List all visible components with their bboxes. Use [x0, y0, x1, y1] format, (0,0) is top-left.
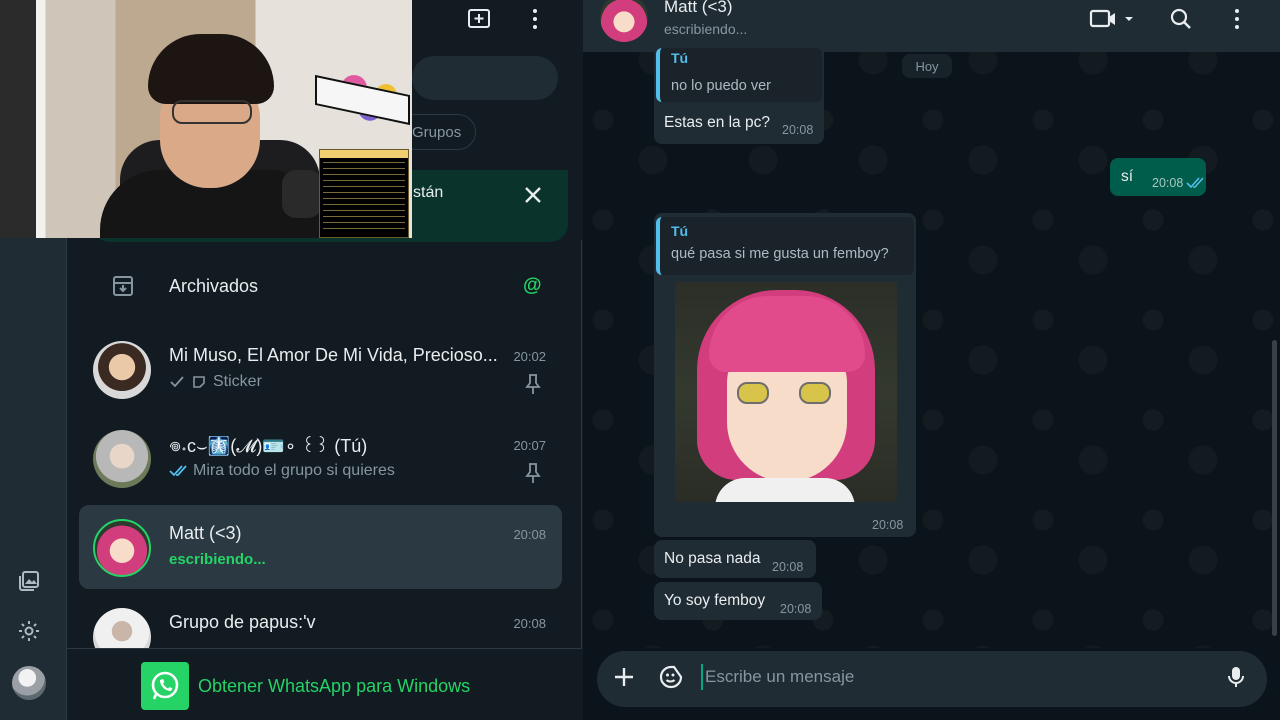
- chat-row[interactable]: Mi Muso, El Amor De Mi Vida, Precioso...…: [79, 327, 562, 411]
- chat-avatar: [93, 341, 151, 399]
- search-input[interactable]: [412, 56, 558, 100]
- video-call-icon[interactable]: [1086, 6, 1138, 32]
- chat-time: 20:08: [513, 527, 546, 542]
- double-check-read-icon: [1186, 177, 1204, 189]
- stream-chat-overlay: [319, 149, 409, 238]
- contact-name[interactable]: Matt (<3): [664, 0, 733, 17]
- message-time: 20:08: [772, 560, 804, 574]
- emoji-sticker-icon[interactable]: [658, 664, 684, 690]
- chat-row-active[interactable]: Matt (<3) 20:08 escribiendo...: [79, 505, 562, 589]
- chat-name: Mi Muso, El Amor De Mi Vida, Precioso...: [169, 345, 498, 365]
- quote-author: Tú: [671, 223, 689, 239]
- typing-indicator: escribiendo...: [169, 551, 266, 568]
- search-icon[interactable]: [1168, 6, 1194, 32]
- sticker-icon: [193, 376, 205, 388]
- chat-avatar: [93, 430, 151, 488]
- message-time: 20:08: [782, 123, 814, 137]
- message-incoming[interactable]: Tú no lo puedo ver Estas en la pc? 20:08: [654, 44, 824, 144]
- chat-avatar: [93, 608, 151, 648]
- webcam-microphone: [282, 170, 322, 218]
- chat-name: Matt (<3): [169, 523, 242, 543]
- notice-text: stán: [413, 184, 444, 201]
- archive-box-icon: [111, 274, 135, 298]
- webcam-background: [0, 0, 36, 238]
- chat-preview-text: Mira todo el grupo si quieres: [193, 462, 395, 479]
- message-time: 20:08: [872, 518, 904, 532]
- conversation-scrollbar[interactable]: [1272, 340, 1277, 636]
- pin-icon: [524, 373, 542, 395]
- quote-text: no lo puedo ver: [671, 78, 771, 94]
- quote-author: Tú: [671, 50, 689, 66]
- media-gallery-icon[interactable]: [16, 568, 42, 594]
- chat-time: 20:07: [513, 438, 546, 453]
- chat-name: Grupo de papus:'v: [169, 612, 316, 632]
- message-text: sí: [1121, 168, 1134, 185]
- webcam-overlay: [0, 0, 412, 238]
- get-whatsapp-banner[interactable]: Obtener WhatsApp para Windows: [67, 648, 582, 720]
- mention-at-icon: @: [523, 275, 542, 296]
- menu-kebab-icon[interactable]: [523, 6, 547, 32]
- quote-text: qué pasa si me gusta un femboy?: [671, 246, 889, 262]
- close-icon[interactable]: [522, 184, 548, 210]
- quoted-message[interactable]: Tú no lo puedo ver: [656, 48, 822, 102]
- chat-name: 𖦹˖ᴄ⌣🩻(𝓜)🪪∘ ꒰꒱ (Tú): [169, 436, 368, 456]
- message-text: Estas en la pc?: [664, 114, 770, 131]
- archived-label: Archivados: [169, 276, 259, 296]
- profile-avatar[interactable]: [12, 666, 46, 700]
- chat-time: 20:08: [513, 616, 546, 631]
- quoted-message[interactable]: Tú qué pasa si me gusta un femboy?: [656, 217, 914, 275]
- image-eye: [737, 382, 769, 404]
- message-time: 20:08: [780, 602, 812, 616]
- webcam-person: [172, 100, 252, 124]
- message-text: Yo soy femboy: [664, 592, 766, 609]
- shared-image[interactable]: [675, 282, 897, 502]
- chat-avatar: [93, 519, 151, 577]
- microphone-icon[interactable]: [1223, 664, 1249, 690]
- contact-status: escribiendo...: [664, 21, 748, 37]
- double-check-read-icon: [169, 465, 187, 477]
- message-incoming[interactable]: Yo soy femboy 20:08: [654, 582, 822, 620]
- archived-row[interactable]: Archivados @: [67, 262, 582, 310]
- get-whatsapp-label: Obtener WhatsApp para Windows: [198, 676, 471, 696]
- whatsapp-logo-icon: [141, 662, 189, 710]
- message-time: 20:08: [1152, 176, 1184, 190]
- image-eye: [799, 382, 831, 404]
- message-input[interactable]: [701, 664, 1201, 690]
- chat-row[interactable]: 𖦹˖ᴄ⌣🩻(𝓜)🪪∘ ꒰꒱ (Tú) 20:07 Mira todo el gr…: [79, 416, 562, 500]
- image-bangs: [709, 296, 865, 372]
- attach-plus-icon[interactable]: [611, 664, 637, 690]
- chat-preview-text: Sticker: [213, 373, 262, 390]
- chat-preview: Mira todo el grupo si quieres: [169, 462, 395, 480]
- pin-icon: [524, 462, 542, 484]
- conversation-panel: Matt (<3) escribiendo... Tú no lo puedo …: [583, 0, 1280, 720]
- chat-time: 20:02: [513, 349, 546, 364]
- message-incoming[interactable]: No pasa nada 20:08: [654, 540, 816, 578]
- chat-preview: Sticker: [169, 373, 262, 391]
- message-outgoing[interactable]: sí 20:08: [1110, 158, 1206, 196]
- contact-avatar[interactable]: [600, 0, 648, 42]
- image-shirt: [715, 478, 855, 502]
- webcam-person: [148, 34, 274, 104]
- single-check-icon: [170, 376, 184, 388]
- message-composer: [583, 648, 1280, 720]
- settings-gear-icon[interactable]: [16, 618, 42, 644]
- message-text: No pasa nada: [664, 550, 761, 567]
- chat-row[interactable]: Grupo de papus:'v 20:08: [79, 594, 562, 648]
- new-chat-icon[interactable]: [466, 6, 492, 32]
- date-chip: Hoy: [902, 54, 952, 78]
- menu-kebab-icon[interactable]: [1224, 6, 1250, 32]
